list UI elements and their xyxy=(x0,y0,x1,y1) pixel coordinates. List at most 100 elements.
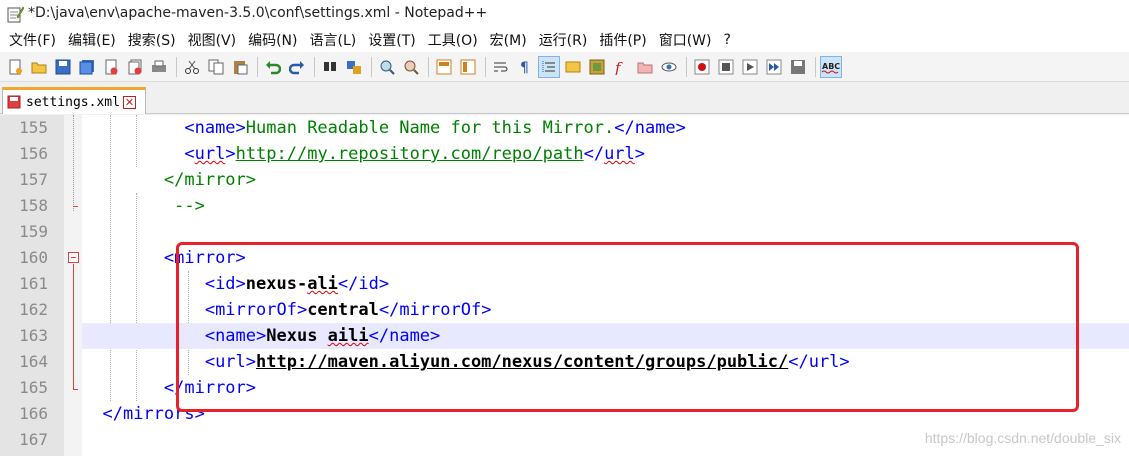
spell-check-icon[interactable]: ABC xyxy=(820,55,842,78)
new-file-icon[interactable] xyxy=(4,56,26,78)
menu-plugins[interactable]: 插件(P) xyxy=(594,30,653,50)
tab-bar: settings.xml ✕ xyxy=(0,83,1129,114)
function-list-icon[interactable] xyxy=(586,56,608,78)
xml-tag: </name> xyxy=(614,118,686,138)
find-icon[interactable] xyxy=(319,56,341,78)
svg-text:ABC: ABC xyxy=(822,62,840,71)
svg-text:¶: ¶ xyxy=(520,60,529,75)
sync-horizontal-icon[interactable] xyxy=(457,56,479,78)
save-all-icon[interactable] xyxy=(76,56,98,78)
comment-link[interactable]: http://my.repository.com/repo/path xyxy=(236,144,584,164)
monitoring-icon[interactable] xyxy=(658,56,680,78)
cut-icon[interactable] xyxy=(181,56,203,78)
toolbar-separator xyxy=(371,56,372,77)
menu-settings[interactable]: 设置(T) xyxy=(363,30,422,50)
menu-tools[interactable]: 工具(O) xyxy=(423,30,485,50)
folder-workspace-icon[interactable]: f xyxy=(610,56,632,78)
open-file-icon[interactable] xyxy=(28,56,50,78)
toolbar-separator xyxy=(485,56,486,77)
xml-tag: <name> xyxy=(184,118,246,138)
line-number: 166 xyxy=(19,404,48,423)
xml-tag: > xyxy=(225,144,236,164)
toolbar-separator xyxy=(257,56,258,77)
menu-edit[interactable]: 编辑(E) xyxy=(63,30,123,50)
line-number: 164 xyxy=(19,352,48,371)
xml-tag: </ xyxy=(583,144,605,164)
line-number: 156 xyxy=(19,144,48,163)
menu-search[interactable]: 搜索(S) xyxy=(123,30,183,50)
toolbar-separator xyxy=(815,56,816,77)
menu-language[interactable]: 语言(L) xyxy=(305,30,364,50)
undo-icon[interactable] xyxy=(262,56,284,78)
comment-text: Human Readable Name for this Mirror. xyxy=(245,118,615,138)
paste-icon[interactable] xyxy=(229,56,251,78)
line-number: 165 xyxy=(19,378,48,397)
menu-macro[interactable]: 宏(M) xyxy=(485,30,534,50)
line-number: 157 xyxy=(19,170,48,189)
menu-bar: 文件(F) 编辑(E) 搜索(S) 视图(V) 编码(N) 语言(L) 设置(T… xyxy=(0,28,1129,52)
toolbar-separator xyxy=(428,56,429,77)
print-icon[interactable] xyxy=(148,56,170,78)
toolbar-separator xyxy=(314,56,315,77)
xml-tag: > xyxy=(634,144,646,164)
line-number: 163 xyxy=(19,326,48,345)
watermark: https://blog.csdn.net/double_six xyxy=(924,430,1121,446)
word-wrap-icon[interactable] xyxy=(490,56,512,78)
save-icon[interactable] xyxy=(52,56,74,78)
zoom-out-icon[interactable] xyxy=(400,56,422,78)
sync-vertical-icon[interactable] xyxy=(433,56,455,78)
run-macro-multiple-icon[interactable] xyxy=(763,56,785,78)
menu-encoding[interactable]: 编码(N) xyxy=(243,30,304,50)
svg-text:f: f xyxy=(614,59,623,75)
fold-line xyxy=(73,115,74,211)
redo-icon[interactable] xyxy=(286,56,308,78)
menu-window[interactable]: 窗口(W) xyxy=(654,30,719,50)
folder-icon[interactable] xyxy=(634,56,656,78)
indent-guide-icon[interactable] xyxy=(538,55,560,78)
toolbar-separator xyxy=(176,56,177,77)
title-bar: *D:\java\env\apache-maven-3.5.0\conf\set… xyxy=(0,0,1129,28)
play-macro-icon[interactable] xyxy=(739,56,761,78)
editor-area[interactable]: 155 156 157 158 159 160 161 162 163 164 … xyxy=(0,115,1129,456)
code-line-155: <name>Human Readable Name for this Mirro… xyxy=(82,115,1129,141)
record-macro-icon[interactable] xyxy=(691,56,713,78)
save-macro-icon[interactable] xyxy=(787,56,809,78)
line-number: 167 xyxy=(19,430,48,449)
highlight-annotation-box xyxy=(176,242,1079,412)
menu-view[interactable]: 视图(V) xyxy=(183,30,244,50)
code-line-157: </mirror> xyxy=(82,167,1129,193)
fold-end-marker xyxy=(73,389,78,390)
stop-macro-icon[interactable] xyxy=(715,56,737,78)
xml-tag: url xyxy=(604,144,635,164)
line-number: 155 xyxy=(19,118,48,137)
fold-margin[interactable] xyxy=(64,115,82,456)
unsaved-file-icon xyxy=(7,95,21,109)
replace-icon[interactable] xyxy=(343,56,365,78)
doc-map-icon[interactable] xyxy=(562,56,584,78)
show-all-chars-icon[interactable]: ¶ xyxy=(514,56,536,78)
line-number: 162 xyxy=(19,300,48,319)
xml-tag: url xyxy=(194,144,226,164)
close-tab-icon[interactable]: ✕ xyxy=(122,95,136,109)
menu-file[interactable]: 文件(F) xyxy=(4,30,63,50)
window-title: *D:\java\env\apache-maven-3.5.0\conf\set… xyxy=(28,5,488,21)
line-number: 158 xyxy=(19,196,48,215)
notepadpp-icon xyxy=(7,6,24,23)
zoom-in-icon[interactable] xyxy=(376,56,398,78)
tab-settings-xml[interactable]: settings.xml ✕ xyxy=(2,87,146,114)
menu-help[interactable]: ? xyxy=(719,32,738,48)
copy-icon[interactable] xyxy=(205,56,227,78)
toolbar-separator xyxy=(686,56,687,77)
line-number: 159 xyxy=(19,222,48,241)
comment-end: --> xyxy=(174,196,205,216)
close-icon[interactable] xyxy=(100,56,122,78)
code-line-156: <url>http://my.repository.com/repo/path<… xyxy=(82,141,1129,167)
fold-line xyxy=(73,264,74,389)
line-number-gutter: 155 156 157 158 159 160 161 162 163 164 … xyxy=(0,115,64,456)
fold-toggle-icon[interactable] xyxy=(68,252,79,263)
fold-end-marker xyxy=(73,206,78,207)
comment-text: </mirror> xyxy=(163,170,257,190)
close-all-icon[interactable] xyxy=(124,56,146,78)
menu-run[interactable]: 运行(R) xyxy=(534,30,595,50)
toolbar: ¶ f ABC xyxy=(0,52,1129,82)
